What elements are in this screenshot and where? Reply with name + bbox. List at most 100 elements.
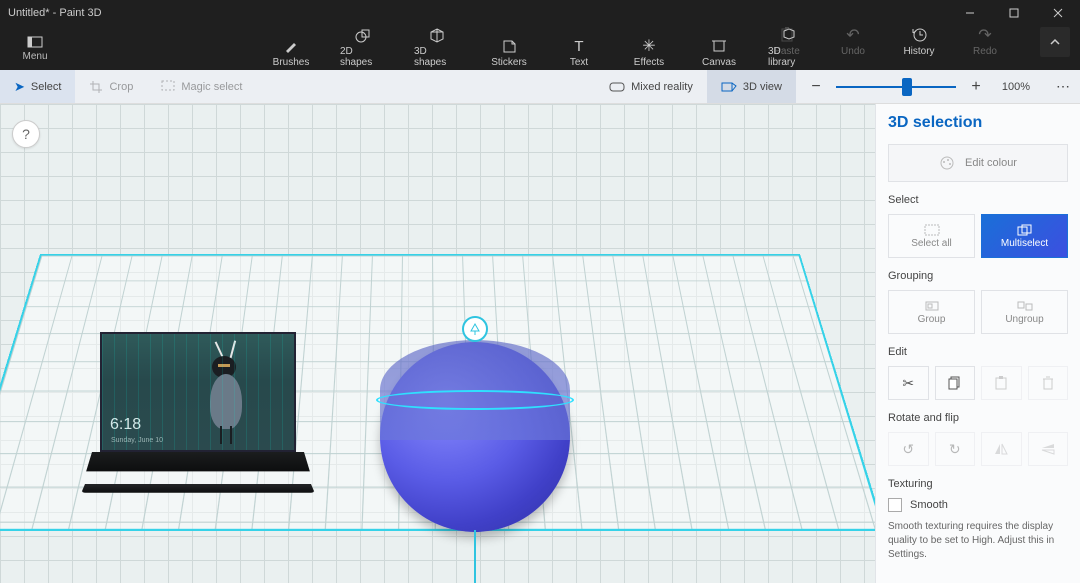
select-all-icon — [924, 224, 940, 236]
zoom-thumb[interactable] — [902, 78, 912, 96]
canvas-icon — [711, 37, 727, 55]
select-all-button[interactable]: Select all — [888, 214, 975, 258]
rotate-right-button[interactable]: ↻ — [935, 432, 976, 466]
texturing-heading: Texturing — [888, 478, 1068, 490]
zoom-control: − + 100% — [796, 78, 1046, 96]
maximize-button[interactable] — [992, 0, 1036, 26]
window-controls — [948, 0, 1080, 26]
lockscreen-date: Sunday, June 10 — [111, 437, 163, 444]
titlebar: Untitled* - Paint 3D — [0, 0, 1080, 26]
effects-tab[interactable]: ✳ Effects — [628, 37, 670, 68]
zoom-slider[interactable] — [836, 86, 956, 88]
flip-vertical-button[interactable] — [1028, 432, 1069, 466]
text-tab[interactable]: T Text — [558, 37, 600, 68]
multiselect-icon — [1017, 224, 1033, 236]
paste-edit-button[interactable] — [981, 366, 1022, 400]
copy-button[interactable] — [935, 366, 976, 400]
zoom-in-button[interactable]: + — [966, 78, 986, 96]
multiselect-button[interactable]: Multiselect — [981, 214, 1068, 258]
window-title: Untitled* - Paint 3D — [8, 7, 102, 19]
2d-shapes-tab[interactable]: 2D shapes — [340, 26, 386, 68]
delete-button[interactable] — [1028, 366, 1069, 400]
3d-view-button[interactable]: 3D view — [707, 70, 796, 103]
collapse-panel-button[interactable] — [1040, 27, 1070, 57]
grouping-heading: Grouping — [888, 270, 1068, 282]
2d-shapes-icon — [355, 26, 371, 44]
main: ? 6:18 Sunday, June 10 — [0, 104, 1080, 583]
flip-h-icon — [994, 443, 1008, 455]
crop-tool[interactable]: Crop — [75, 70, 147, 103]
tablet-3d-object[interactable]: 6:18 Sunday, June 10 — [100, 332, 320, 502]
magic-select-tool[interactable]: Magic select — [147, 70, 256, 103]
mixed-reality-icon — [609, 81, 625, 93]
ungroup-button[interactable]: Ungroup — [981, 290, 1068, 334]
smooth-checkbox[interactable] — [888, 498, 902, 512]
undo-icon: ↶ — [846, 26, 859, 44]
brush-icon — [283, 37, 299, 55]
redo-icon: ↷ — [978, 26, 991, 44]
sticker-icon — [501, 37, 517, 55]
tablet-keyboard — [81, 484, 314, 493]
object-anchor-line — [474, 530, 476, 583]
zoom-out-button[interactable]: − — [806, 78, 826, 96]
ungroup-icon — [1017, 300, 1033, 312]
texturing-note: Smooth texturing requires the display qu… — [888, 520, 1068, 562]
z-position-handle[interactable] — [462, 316, 488, 342]
stickers-tab[interactable]: Stickers — [488, 37, 530, 68]
rotate-left-button[interactable]: ↺ — [888, 432, 929, 466]
smooth-label: Smooth — [910, 499, 948, 511]
smooth-checkbox-row[interactable]: Smooth — [888, 498, 1068, 512]
text-icon: T — [574, 37, 583, 55]
close-button[interactable] — [1036, 0, 1080, 26]
3d-shapes-tab[interactable]: 3D shapes — [414, 26, 460, 68]
effects-icon: ✳ — [642, 37, 655, 55]
rotate-right-icon: ↻ — [949, 441, 961, 458]
cut-icon: ✂ — [902, 375, 914, 392]
menu-button[interactable]: Menu — [0, 26, 70, 70]
3d-view-icon — [721, 81, 737, 93]
canvas-area[interactable]: ? 6:18 Sunday, June 10 — [0, 104, 875, 583]
bird-illustration — [170, 344, 280, 444]
edit-colour-button[interactable]: Edit colour — [888, 144, 1068, 182]
rotate-flip-heading: Rotate and flip — [888, 412, 1068, 424]
rotate-left-icon: ↺ — [902, 441, 914, 458]
tablet-screen: 6:18 Sunday, June 10 — [100, 332, 296, 452]
lockscreen-time: 6:18 — [110, 416, 141, 434]
brushes-tab[interactable]: Brushes — [270, 37, 312, 68]
help-button[interactable]: ? — [12, 120, 40, 148]
3d-shapes-icon — [429, 26, 445, 44]
canvas-tab[interactable]: Canvas — [698, 37, 740, 68]
cut-button[interactable]: ✂ — [888, 366, 929, 400]
paste-icon — [780, 26, 794, 44]
magic-select-icon — [161, 80, 175, 94]
tablet-kickstand — [86, 452, 310, 471]
trash-icon — [1042, 376, 1054, 390]
side-panel: 3D selection Edit colour Select Select a… — [875, 104, 1080, 583]
palette-icon — [939, 155, 955, 171]
redo-button[interactable]: ↷ Redo — [964, 26, 1006, 57]
select-tool[interactable]: ➤ Select — [0, 70, 75, 103]
more-button[interactable]: ⋯ — [1046, 78, 1080, 95]
flip-horizontal-button[interactable] — [981, 432, 1022, 466]
history-icon — [911, 26, 927, 44]
panel-title: 3D selection — [888, 114, 1068, 132]
copy-icon — [948, 376, 962, 390]
paste-icon — [995, 376, 1007, 390]
mixed-reality-button[interactable]: Mixed reality — [595, 70, 707, 103]
ribbon: Menu Brushes 2D shapes 3D shapes Sticker… — [0, 26, 1080, 70]
undo-button[interactable]: ↶ Undo — [832, 26, 874, 57]
edit-heading: Edit — [888, 346, 1068, 358]
group-icon — [924, 300, 940, 312]
zoom-percent: 100% — [996, 81, 1036, 93]
select-heading: Select — [888, 194, 1068, 206]
flip-v-icon — [1041, 443, 1055, 455]
sphere-3d-object[interactable] — [380, 342, 570, 532]
history-button[interactable]: History — [898, 26, 940, 57]
crop-icon — [89, 80, 103, 94]
selection-ring — [376, 390, 574, 410]
menu-icon — [26, 35, 44, 49]
toolbar: ➤ Select Crop Magic select Mixed reality… — [0, 70, 1080, 104]
group-button[interactable]: Group — [888, 290, 975, 334]
minimize-button[interactable] — [948, 0, 992, 26]
paste-button[interactable]: Paste — [766, 26, 808, 57]
